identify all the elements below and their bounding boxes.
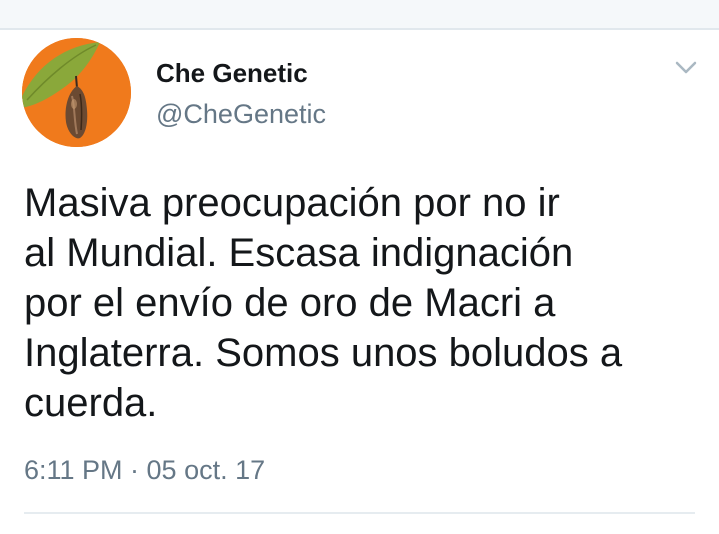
top-band	[0, 0, 719, 28]
tweet-text-line: al Mundial. Escasa indignación	[24, 231, 574, 275]
tweet-text-line: cuerda.	[24, 381, 158, 425]
author-display-name[interactable]: Che Genetic	[156, 58, 308, 89]
chrysalis-avatar-icon	[22, 38, 131, 147]
tweet-text-line: por el envío de oro de Macri a	[24, 281, 556, 325]
tweet-text-line: Masiva preocupación por no ir	[24, 181, 560, 225]
bottom-divider	[24, 512, 695, 514]
top-divider	[0, 28, 719, 30]
avatar[interactable]	[22, 38, 131, 147]
chevron-down-icon[interactable]	[672, 56, 700, 80]
tweet-timestamp[interactable]: 6:11 PM · 05 oct. 17	[24, 455, 265, 486]
tweet-text-line: Inglaterra. Somos unos boludos a	[24, 331, 623, 375]
tweet-text: Masiva preocupación por no ir al Mundial…	[24, 178, 704, 428]
author-handle[interactable]: @CheGenetic	[156, 99, 326, 130]
